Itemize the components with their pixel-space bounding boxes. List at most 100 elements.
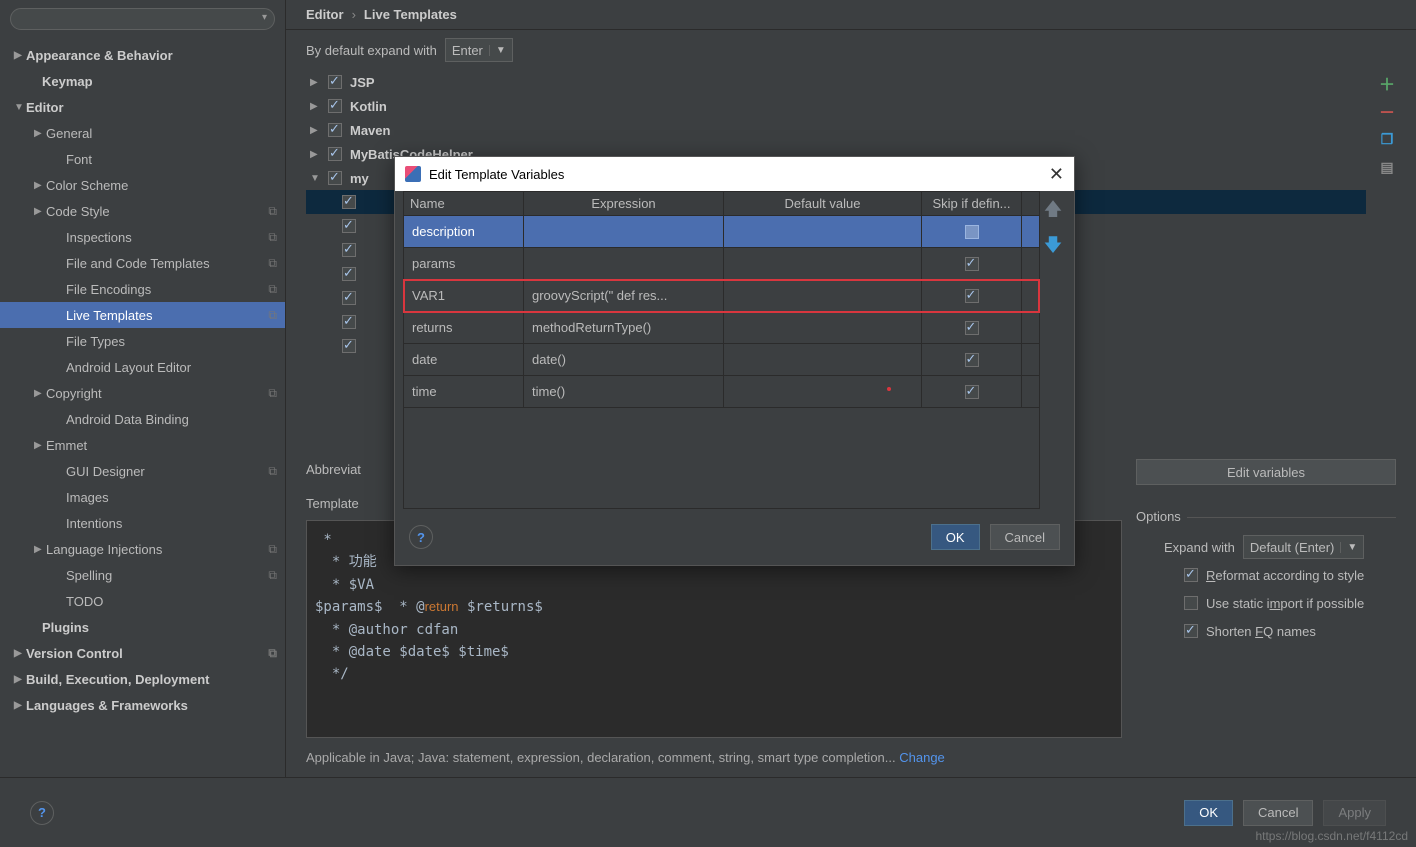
template-checkbox[interactable]	[342, 243, 356, 257]
dialog-help-button[interactable]: ?	[409, 525, 433, 549]
close-icon[interactable]: ✕	[1049, 164, 1064, 185]
col-skip[interactable]: Skip if defin...	[922, 192, 1022, 215]
copy-icon: ⧉	[268, 256, 277, 271]
move-down-button[interactable]: 🡇	[1044, 233, 1063, 263]
watermark: https://blog.csdn.net/f4112cd	[1255, 829, 1408, 843]
ok-button[interactable]: OK	[1184, 800, 1233, 826]
skip-checkbox[interactable]	[965, 257, 979, 271]
sidebar-item-spelling[interactable]: Spelling⧉	[0, 562, 285, 588]
sidebar-item-gui-designer[interactable]: GUI Designer⧉	[0, 458, 285, 484]
template-group-jsp[interactable]: ▶JSP	[306, 70, 1366, 94]
sidebar-item-version-control[interactable]: ▶Version Control⧉	[0, 640, 285, 666]
sidebar-item-live-templates[interactable]: Live Templates⧉	[0, 302, 285, 328]
apply-button[interactable]: Apply	[1323, 800, 1386, 826]
skip-checkbox[interactable]	[965, 225, 979, 239]
sidebar-item-editor[interactable]: ▼Editor	[0, 94, 285, 120]
sidebar-item-languages-frameworks[interactable]: ▶Languages & Frameworks	[0, 692, 285, 718]
template-checkbox[interactable]	[342, 219, 356, 233]
cancel-button[interactable]: Cancel	[1243, 800, 1313, 826]
expand-with-label: Expand with	[1164, 540, 1235, 555]
variables-table[interactable]: Name Expression Default value Skip if de…	[403, 191, 1040, 509]
copy-icon: ⧉	[268, 386, 277, 401]
dialog-cancel-button[interactable]: Cancel	[990, 524, 1060, 550]
sidebar-item-emmet[interactable]: ▶Emmet	[0, 432, 285, 458]
sidebar-item-code-style[interactable]: ▶Code Style⧉	[0, 198, 285, 224]
change-context-link[interactable]: Change	[899, 750, 945, 765]
skip-checkbox[interactable]	[965, 289, 979, 303]
sidebar-item-android-data-binding[interactable]: Android Data Binding	[0, 406, 285, 432]
template-text-label: Template	[306, 496, 359, 511]
sidebar-item-language-injections[interactable]: ▶Language Injections⧉	[0, 536, 285, 562]
remove-template-button[interactable]: －	[1378, 102, 1396, 120]
settings-icon[interactable]: ▤	[1378, 158, 1396, 176]
copy-icon: ⧉	[268, 646, 277, 661]
reformat-checkbox[interactable]	[1184, 568, 1198, 582]
table-row[interactable]: returnsmethodReturnType()	[404, 312, 1039, 344]
template-checkbox[interactable]	[342, 267, 356, 281]
dialog-title: Edit Template Variables	[429, 167, 564, 182]
sidebar-item-todo[interactable]: TODO	[0, 588, 285, 614]
template-checkbox[interactable]	[342, 339, 356, 353]
copy-icon: ⧉	[268, 308, 277, 323]
breadcrumb-a[interactable]: Editor	[306, 7, 344, 22]
template-group-maven[interactable]: ▶Maven	[306, 118, 1366, 142]
breadcrumb: Editor › Live Templates	[286, 0, 1416, 30]
sidebar-item-file-and-code-templates[interactable]: File and Code Templates⧉	[0, 250, 285, 276]
settings-tree[interactable]: ▶Appearance & BehaviorKeymap▼Editor▶Gene…	[0, 38, 285, 777]
copy-icon: ⧉	[268, 568, 277, 583]
sidebar-item-appearance-behavior[interactable]: ▶Appearance & Behavior	[0, 42, 285, 68]
copy-icon: ⧉	[268, 204, 277, 219]
breadcrumb-sep: ›	[352, 7, 356, 22]
add-template-button[interactable]: ＋	[1378, 74, 1396, 92]
copy-icon: ⧉	[268, 230, 277, 245]
template-group-kotlin[interactable]: ▶Kotlin	[306, 94, 1366, 118]
copy-icon: ⧉	[268, 542, 277, 557]
table-row[interactable]: description	[404, 216, 1039, 248]
col-name[interactable]: Name	[404, 192, 524, 215]
sidebar-item-images[interactable]: Images	[0, 484, 285, 510]
sidebar-item-copyright[interactable]: ▶Copyright⧉	[0, 380, 285, 406]
sidebar-item-android-layout-editor[interactable]: Android Layout Editor	[0, 354, 285, 380]
dialog-ok-button[interactable]: OK	[931, 524, 980, 550]
sidebar-item-intentions[interactable]: Intentions	[0, 510, 285, 536]
dialog-footer: ? OK Cancel Apply	[0, 777, 1416, 847]
help-button[interactable]: ?	[30, 801, 54, 825]
sidebar-item-build-execution-deployment[interactable]: ▶Build, Execution, Deployment	[0, 666, 285, 692]
table-row[interactable]: params	[404, 248, 1039, 280]
copy-template-button[interactable]: ❐	[1378, 130, 1396, 148]
sidebar-item-color-scheme[interactable]: ▶Color Scheme	[0, 172, 285, 198]
copy-icon: ⧉	[268, 464, 277, 479]
sidebar-item-keymap[interactable]: Keymap	[0, 68, 285, 94]
sidebar-item-plugins[interactable]: Plugins	[0, 614, 285, 640]
shorten-fq-checkbox[interactable]	[1184, 624, 1198, 638]
edit-variables-button[interactable]: Edit variables	[1136, 459, 1396, 485]
sidebar-item-font[interactable]: Font	[0, 146, 285, 172]
group-checkbox[interactable]	[328, 171, 342, 185]
static-import-checkbox[interactable]	[1184, 596, 1198, 610]
sidebar-item-inspections[interactable]: Inspections⧉	[0, 224, 285, 250]
skip-checkbox[interactable]	[965, 321, 979, 335]
group-checkbox[interactable]	[328, 147, 342, 161]
group-checkbox[interactable]	[328, 123, 342, 137]
skip-checkbox[interactable]	[965, 353, 979, 367]
table-row[interactable]: datedate()	[404, 344, 1039, 376]
sidebar-item-file-encodings[interactable]: File Encodings⧉	[0, 276, 285, 302]
group-checkbox[interactable]	[328, 99, 342, 113]
col-default[interactable]: Default value	[724, 192, 922, 215]
move-up-button[interactable]: 🡅	[1044, 197, 1063, 227]
template-checkbox[interactable]	[342, 315, 356, 329]
expand-default-select[interactable]: Enter ▼	[445, 38, 513, 62]
template-checkbox[interactable]	[342, 195, 356, 209]
table-row[interactable]: VAR1groovyScript(" def res...	[404, 280, 1039, 312]
table-row[interactable]: timetime()	[404, 376, 1039, 408]
skip-checkbox[interactable]	[965, 385, 979, 399]
sidebar-item-general[interactable]: ▶General	[0, 120, 285, 146]
expand-with-select[interactable]: Default (Enter) ▼	[1243, 535, 1364, 559]
search-input[interactable]	[10, 8, 275, 30]
template-checkbox[interactable]	[342, 291, 356, 305]
col-expression[interactable]: Expression	[524, 192, 724, 215]
sidebar-item-file-types[interactable]: File Types	[0, 328, 285, 354]
group-checkbox[interactable]	[328, 75, 342, 89]
dialog-titlebar[interactable]: Edit Template Variables ✕	[395, 157, 1074, 191]
breadcrumb-b: Live Templates	[364, 7, 457, 22]
